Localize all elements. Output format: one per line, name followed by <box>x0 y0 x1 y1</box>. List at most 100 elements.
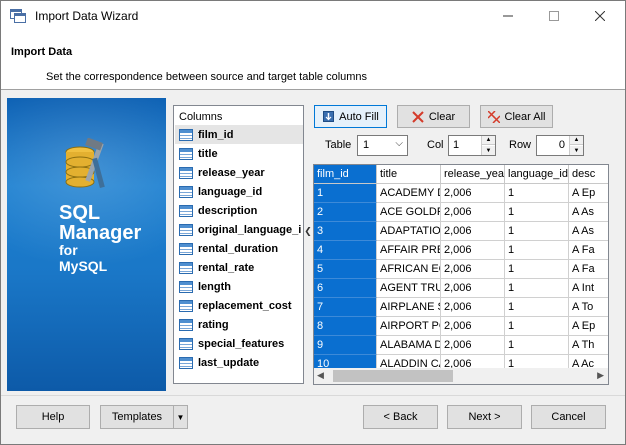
cell[interactable]: 2,006 <box>441 241 505 260</box>
col-spinner-buttons[interactable]: ▲ ▼ <box>481 136 495 155</box>
cell[interactable]: A To <box>569 298 608 317</box>
cell[interactable]: 2,006 <box>441 298 505 317</box>
column-item-special-features[interactable]: special_features <box>175 334 303 353</box>
cell[interactable]: AGENT TRU <box>377 279 441 298</box>
cancel-button[interactable]: Cancel <box>531 405 606 429</box>
cell[interactable]: 2 <box>314 203 377 222</box>
grid-header-film-id[interactable]: film_id <box>314 165 377 184</box>
cell[interactable]: 2,006 <box>441 279 505 298</box>
row-spinner[interactable]: 0 ▲ ▼ <box>536 135 584 156</box>
clear-all-button[interactable]: Clear All <box>480 105 553 128</box>
spin-down-icon[interactable]: ▼ <box>482 146 495 155</box>
cell[interactable]: ACADEMY D <box>377 184 441 203</box>
cell[interactable]: 9 <box>314 336 377 355</box>
column-item-original-language-id[interactable]: original_language_i <box>175 220 303 239</box>
help-button[interactable]: Help <box>16 405 90 429</box>
table-row[interactable]: 3 ADAPTATIO 2,006 1 A As <box>314 222 608 241</box>
spin-up-icon[interactable]: ▲ <box>570 136 583 145</box>
column-item-length[interactable]: length <box>175 277 303 296</box>
cell[interactable]: ADAPTATIO <box>377 222 441 241</box>
cell[interactable]: 6 <box>314 279 377 298</box>
cell[interactable]: A As <box>569 222 608 241</box>
minimize-button[interactable] <box>485 1 531 31</box>
spin-down-icon[interactable]: ▼ <box>570 146 583 155</box>
cell[interactable]: A As <box>569 203 608 222</box>
column-item-title[interactable]: title <box>175 144 303 163</box>
cell[interactable]: 1 <box>505 241 569 260</box>
grid-header-release-year[interactable]: release_yea <box>441 165 505 184</box>
templates-dropdown-button[interactable]: ▼ <box>173 405 188 429</box>
cell[interactable]: AFFAIR PRE <box>377 241 441 260</box>
cell[interactable]: 2,006 <box>441 260 505 279</box>
column-item-replacement-cost[interactable]: replacement_cost <box>175 296 303 315</box>
cell[interactable]: 1 <box>505 298 569 317</box>
cell[interactable]: 1 <box>505 222 569 241</box>
grid-header-language-id[interactable]: language_id <box>505 165 569 184</box>
cell[interactable]: ALABAMA D <box>377 336 441 355</box>
maximize-button[interactable] <box>531 1 577 31</box>
grid-header-title[interactable]: title <box>377 165 441 184</box>
cell[interactable]: A Th <box>569 336 608 355</box>
grid-horizontal-scrollbar[interactable]: ◀ ▶ <box>313 368 609 385</box>
cell[interactable]: 2,006 <box>441 203 505 222</box>
column-item-rental-duration[interactable]: rental_duration <box>175 239 303 258</box>
close-button[interactable] <box>577 1 623 31</box>
cell[interactable]: A Ep <box>569 184 608 203</box>
table-row[interactable]: 7 AIRPLANE S 2,006 1 A To <box>314 298 608 317</box>
col-spinner[interactable]: 1 ▲ ▼ <box>448 135 496 156</box>
cell[interactable]: 2,006 <box>441 222 505 241</box>
cell[interactable]: 1 <box>314 184 377 203</box>
cell[interactable]: AIRPORT PC <box>377 317 441 336</box>
column-item-release-year[interactable]: release_year <box>175 163 303 182</box>
table-row[interactable]: 9 ALABAMA D 2,006 1 A Th <box>314 336 608 355</box>
grid-header-description[interactable]: desc <box>569 165 608 184</box>
cell[interactable]: 1 <box>505 279 569 298</box>
table-row[interactable]: 2 ACE GOLDF 2,006 1 A As <box>314 203 608 222</box>
clear-button[interactable]: Clear <box>397 105 470 128</box>
cell[interactable]: 1 <box>505 336 569 355</box>
cell[interactable]: A Fa <box>569 241 608 260</box>
column-item-rating[interactable]: rating <box>175 315 303 334</box>
cell[interactable]: 7 <box>314 298 377 317</box>
cell[interactable]: A Fa <box>569 260 608 279</box>
cell[interactable]: A Ep <box>569 317 608 336</box>
cell[interactable]: 4 <box>314 241 377 260</box>
columns-list[interactable]: Columns film_id title release_year langu… <box>173 105 304 384</box>
table-row[interactable]: 5 AFRICAN EG 2,006 1 A Fa <box>314 260 608 279</box>
cell[interactable]: 1 <box>505 203 569 222</box>
column-item-rental-rate[interactable]: rental_rate <box>175 258 303 277</box>
column-item-language-id[interactable]: language_id <box>175 182 303 201</box>
cell[interactable]: 1 <box>505 260 569 279</box>
next-button[interactable]: Next > <box>447 405 522 429</box>
scroll-left-icon[interactable]: ◀ <box>317 370 324 381</box>
cell[interactable]: 3 <box>314 222 377 241</box>
cell[interactable]: 5 <box>314 260 377 279</box>
cell[interactable]: AFRICAN EG <box>377 260 441 279</box>
source-data-grid[interactable]: film_id title release_yea language_id de… <box>313 164 609 385</box>
row-spinner-buttons[interactable]: ▲ ▼ <box>569 136 583 155</box>
table-row[interactable]: 1 ACADEMY D 2,006 1 A Ep <box>314 184 608 203</box>
scroll-right-icon[interactable]: ▶ <box>597 370 604 381</box>
templates-button[interactable]: Templates <box>100 405 174 429</box>
table-select[interactable]: 1 ⌵ <box>357 135 408 156</box>
panel-splitter[interactable]: ❮ <box>304 201 312 261</box>
cell[interactable]: 2,006 <box>441 317 505 336</box>
table-row[interactable]: 8 AIRPORT PC 2,006 1 A Ep <box>314 317 608 336</box>
column-item-film-id[interactable]: film_id <box>175 125 303 144</box>
column-item-last-update[interactable]: last_update <box>175 353 303 372</box>
cell[interactable]: AIRPLANE S <box>377 298 441 317</box>
table-row[interactable]: 6 AGENT TRU 2,006 1 A Int <box>314 279 608 298</box>
scrollbar-thumb[interactable] <box>333 370 453 382</box>
table-row[interactable]: 4 AFFAIR PRE 2,006 1 A Fa <box>314 241 608 260</box>
cell[interactable]: 1 <box>505 317 569 336</box>
column-item-description[interactable]: description <box>175 201 303 220</box>
cell[interactable]: 2,006 <box>441 336 505 355</box>
cell[interactable]: 8 <box>314 317 377 336</box>
back-button[interactable]: < Back <box>363 405 438 429</box>
cell[interactable]: A Int <box>569 279 608 298</box>
auto-fill-button[interactable]: Auto Fill <box>314 105 387 128</box>
cell[interactable]: 2,006 <box>441 184 505 203</box>
cell[interactable]: 1 <box>505 184 569 203</box>
spin-up-icon[interactable]: ▲ <box>482 136 495 145</box>
cell[interactable]: ACE GOLDF <box>377 203 441 222</box>
